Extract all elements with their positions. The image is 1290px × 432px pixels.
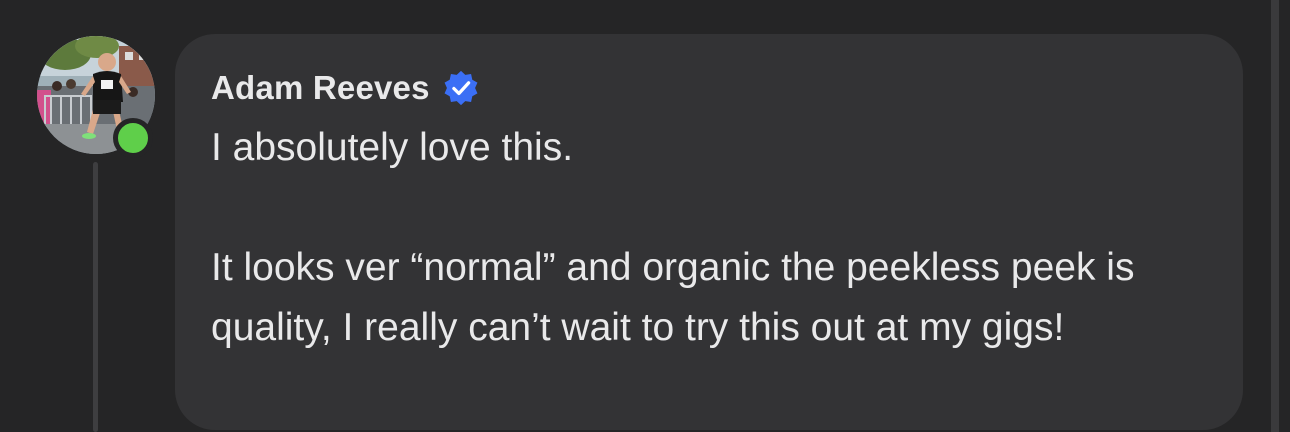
author-name[interactable]: Adam Reeves	[211, 69, 430, 107]
comment-body: I absolutely love this. It looks ver “no…	[211, 118, 1221, 358]
scrollbar[interactable]	[1271, 0, 1279, 432]
comment-paragraph: It looks ver “normal” and organic the pe…	[211, 246, 1135, 349]
reply-thread-line	[93, 162, 98, 432]
comment-paragraph: I absolutely love this.	[211, 126, 574, 169]
author-row: Adam Reeves	[211, 68, 480, 108]
verified-badge-icon	[444, 70, 478, 106]
comment-thread: Adam Reeves I absolutely love this. It l…	[0, 0, 1290, 432]
comment-bubble[interactable]: Adam Reeves I absolutely love this. It l…	[175, 34, 1243, 430]
online-status-indicator	[113, 118, 153, 158]
